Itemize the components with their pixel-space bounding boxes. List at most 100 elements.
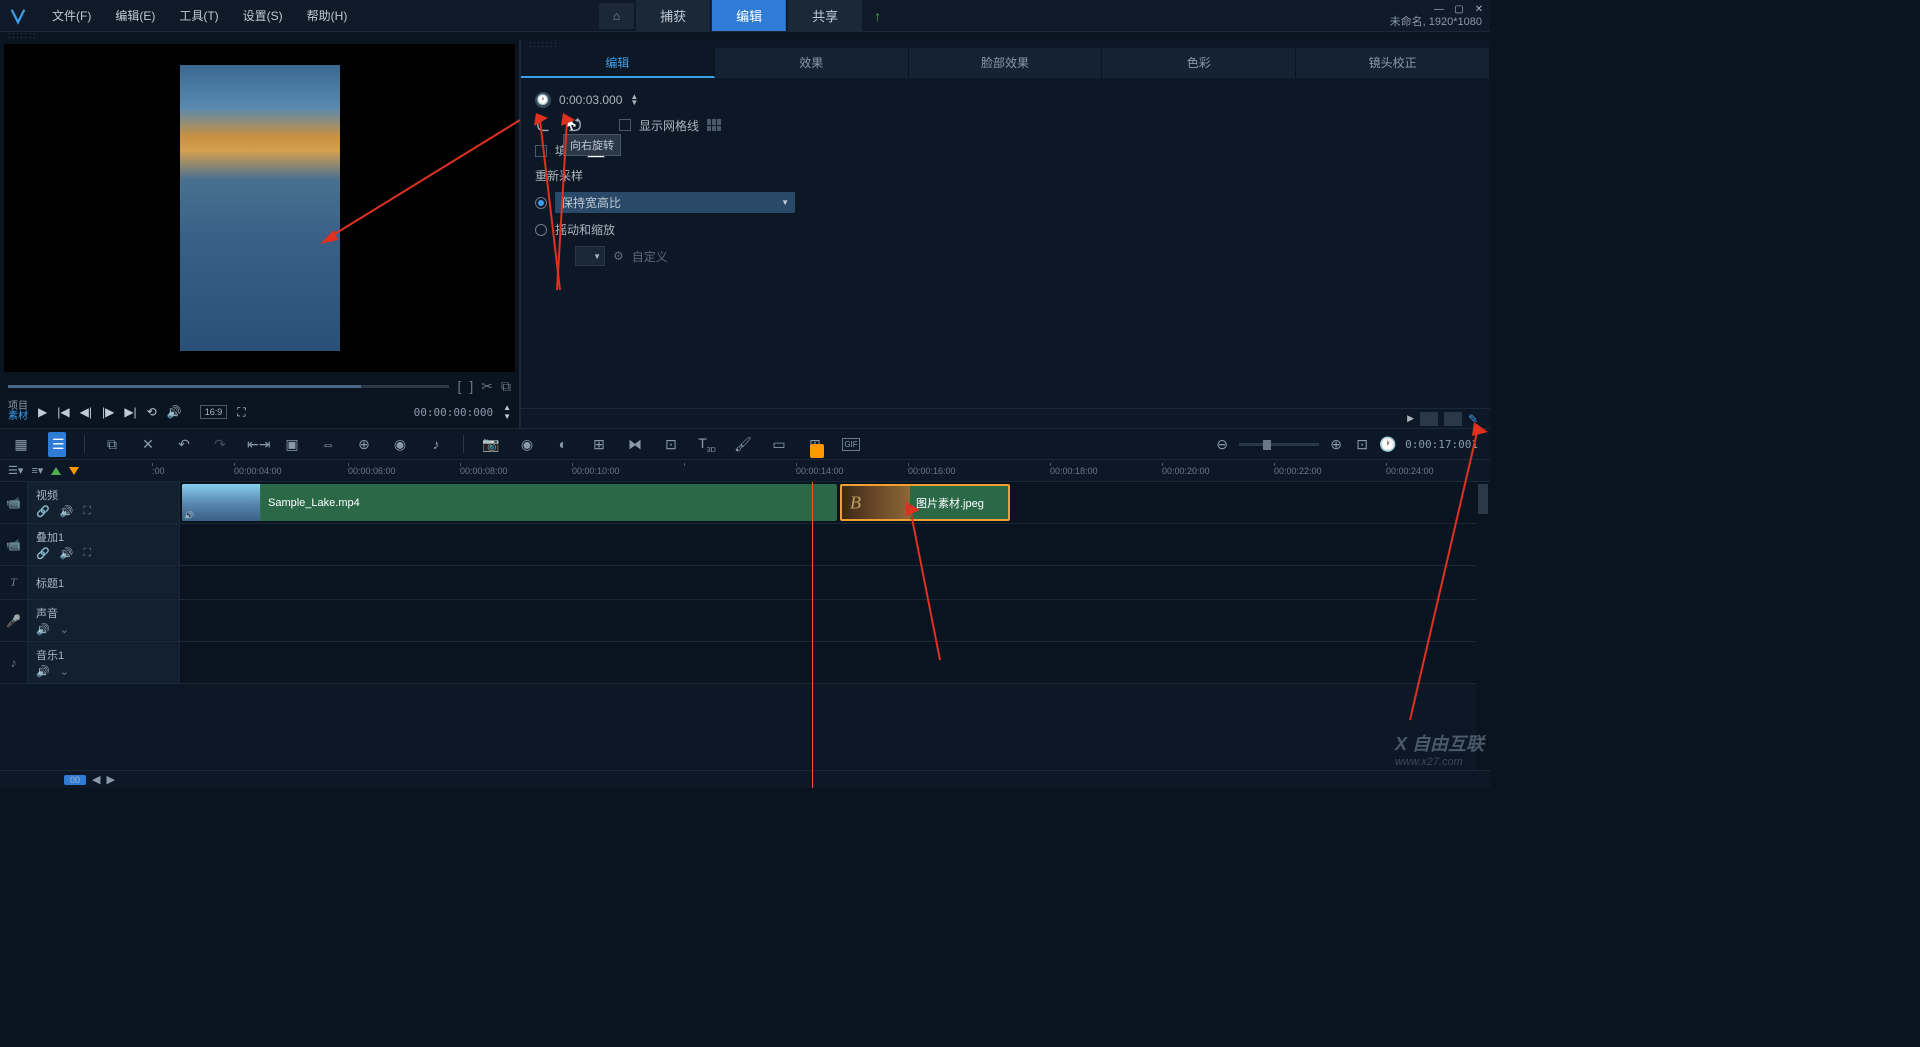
frame-forward-button[interactable]: |▶ (102, 405, 114, 419)
track-music-icon[interactable]: ♪ (0, 642, 28, 683)
mark-out-button[interactable]: ] (469, 378, 473, 394)
bottom-badge[interactable]: 00 (64, 775, 86, 785)
timeline-view-button[interactable]: ☰ (48, 432, 66, 457)
menu-tools[interactable]: 工具(T) (167, 3, 230, 28)
rotate-right-button[interactable]: 向右旋转 (563, 116, 583, 134)
goto-end-button[interactable]: ▶| (124, 405, 136, 419)
lock-icon[interactable]: ⛶ (83, 505, 91, 518)
chevron-down-icon[interactable]: ⌄ (60, 665, 69, 678)
duration-value[interactable]: 0:00:03.000 (559, 93, 622, 107)
track-music-body[interactable] (180, 642, 1490, 683)
tool-grid[interactable]: ⊞ (590, 436, 608, 453)
loop-button[interactable]: ⟲ (147, 405, 157, 419)
grid-options-icon[interactable] (707, 119, 721, 131)
scroll-right-button[interactable]: ▶ (106, 773, 114, 786)
tool-subtitle[interactable]: ▭ (770, 436, 788, 453)
customize-icon[interactable]: ⚙ (613, 249, 624, 263)
time-ruler[interactable]: :0000:00:04:0000:00:06:0000:00:08:0000:0… (152, 460, 1490, 481)
marker-orange-icon[interactable] (69, 467, 79, 475)
panel-grip[interactable]: ::::::: (0, 32, 1490, 40)
duration-stepper[interactable]: ▲▼ (630, 94, 638, 106)
tool-paint[interactable]: 🖌 (734, 436, 752, 453)
menu-edit[interactable]: 编辑(E) (103, 3, 167, 28)
lock-icon[interactable]: ⛶ (83, 547, 91, 560)
scrubber-track[interactable] (8, 385, 449, 388)
track-overlay-icon[interactable]: 📹 (0, 524, 28, 565)
undo-button[interactable]: ↶ (175, 436, 193, 453)
tool-gif[interactable]: GIF (842, 438, 860, 451)
keep-ratio-dropdown[interactable]: 保持宽高比 ▼ (555, 192, 795, 213)
upload-icon[interactable]: ↑ (864, 8, 891, 24)
mute-icon[interactable]: 🔊 (60, 505, 74, 518)
mute-icon[interactable]: 🔊 (36, 665, 50, 678)
props-tab-edit[interactable]: 编辑 (521, 48, 715, 78)
material-label[interactable]: 素材 (8, 412, 28, 422)
props-tab-lens[interactable]: 镜头校正 (1296, 48, 1490, 78)
track-overlay-body[interactable] (180, 524, 1490, 565)
scroll-left-button[interactable]: ◀ (92, 773, 100, 786)
redo-button[interactable]: ↷ (211, 436, 229, 453)
tool-ripple[interactable]: ⊕ (355, 436, 373, 453)
goto-start-button[interactable]: |◀ (57, 405, 69, 419)
keep-ratio-radio[interactable] (535, 197, 547, 209)
tab-capture[interactable]: 捕获 (636, 0, 710, 31)
mute-icon[interactable]: 🔊 (60, 547, 74, 560)
track-menu-icon[interactable]: ≡▾ (31, 464, 43, 477)
panel-layout-1[interactable] (1420, 412, 1438, 426)
track-voice-body[interactable] (180, 600, 1490, 641)
zoom-in-button[interactable]: ⊕ (1327, 436, 1345, 453)
tool-crop[interactable]: ▣ (283, 436, 301, 453)
menu-file[interactable]: 文件(F) (40, 3, 103, 28)
tool-mask[interactable]: ◐ (554, 436, 572, 452)
fit-zoom-button[interactable]: ⊡ (1353, 436, 1371, 453)
tool-camera[interactable]: 📷 (482, 436, 500, 453)
storyboard-view-button[interactable]: ▦ (12, 436, 30, 453)
zoom-out-button[interactable]: ⊖ (1213, 436, 1231, 453)
props-tab-face[interactable]: 脸部效果 (909, 48, 1103, 78)
fill-checkbox[interactable] (535, 145, 547, 157)
track-video-icon[interactable]: 📹 (0, 482, 28, 523)
panel-layout-2[interactable] (1444, 412, 1462, 426)
link-icon[interactable]: 🔗 (36, 505, 50, 518)
tool-multi[interactable]: ◉ (518, 436, 536, 453)
play-button[interactable]: ▶ (38, 405, 47, 419)
resize-icon[interactable]: ⛶ (237, 405, 245, 420)
scissors-icon[interactable]: ✂ (481, 378, 493, 395)
zoom-slider[interactable] (1239, 443, 1319, 446)
copy-icon[interactable]: ⧉ (501, 378, 511, 395)
chevron-down-icon[interactable]: ⌄ (60, 623, 69, 636)
clip-image[interactable]: 图片素材.jpeg (840, 484, 1010, 521)
tool-trim[interactable]: ⇤⇥ (247, 436, 265, 453)
track-voice-icon[interactable]: 🎤 (0, 600, 28, 641)
track-title-body[interactable] (180, 566, 1490, 599)
panel-grip-right[interactable]: ::::::: (521, 40, 1490, 48)
tool-settings[interactable]: ✕ (139, 436, 157, 453)
ruler-marker-orange[interactable] (810, 444, 824, 458)
marker-green-icon[interactable] (51, 467, 61, 475)
tool-split[interactable]: ⇔ (319, 436, 337, 452)
playhead[interactable] (812, 482, 813, 788)
props-tab-fx[interactable]: 效果 (715, 48, 909, 78)
link-icon[interactable]: 🔗 (36, 547, 50, 560)
tool-color-wheel[interactable]: ◉ (391, 436, 409, 453)
mark-in-button[interactable]: [ (457, 378, 461, 394)
volume-icon[interactable]: 🔊 (167, 405, 182, 419)
tool-track[interactable]: ⊡ (662, 436, 680, 453)
rotate-left-button[interactable] (535, 116, 555, 134)
timecode-stepper[interactable]: ▲▼ (503, 403, 511, 421)
pan-zoom-preset-dropdown[interactable]: ▼ (575, 246, 605, 266)
aspect-ratio-selector[interactable]: 16:9 (200, 405, 228, 419)
menu-help[interactable]: 帮助(H) (295, 3, 360, 28)
edit-pencil-icon[interactable]: ✎ (1468, 412, 1482, 426)
home-tab[interactable]: ⌂ (599, 3, 634, 29)
track-video-body[interactable]: Sample_Lake.mp4 图片素材.jpeg (180, 482, 1490, 523)
tool-audio[interactable]: ♪ (427, 436, 445, 452)
props-tab-color[interactable]: 色彩 (1102, 48, 1296, 78)
track-title-icon[interactable]: T (0, 566, 28, 599)
preview-viewport[interactable] (4, 44, 515, 372)
tab-edit[interactable]: 编辑 (712, 0, 786, 31)
zoom-timecode[interactable]: 0:00:17:001 (1405, 438, 1478, 451)
frame-back-button[interactable]: ◀| (80, 405, 92, 419)
track-list-icon[interactable]: ☰▾ (8, 464, 23, 477)
clip-video[interactable]: Sample_Lake.mp4 (182, 484, 837, 521)
